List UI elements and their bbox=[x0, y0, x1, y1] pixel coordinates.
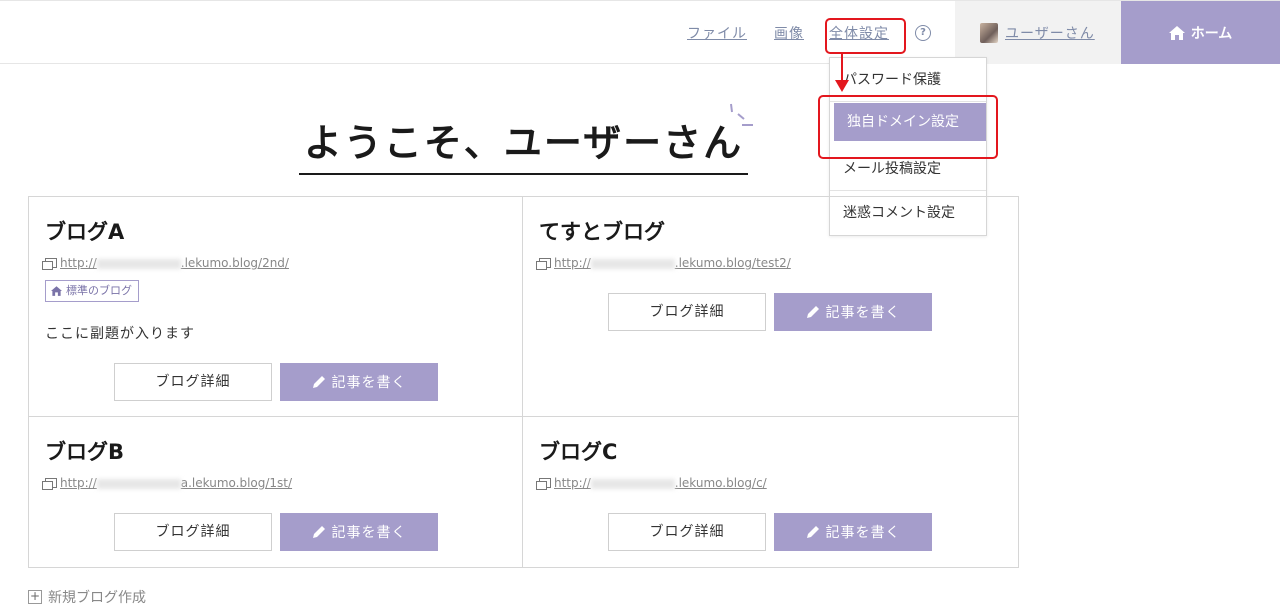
pencil-icon bbox=[806, 526, 819, 538]
blog-url-link[interactable]: http://.lekumo.blog/c/ bbox=[536, 476, 767, 490]
write-post-button[interactable]: 記事を書く bbox=[774, 293, 932, 331]
blog-title: ブログB bbox=[45, 440, 125, 464]
blog-title: てすとブログ bbox=[539, 220, 665, 244]
redacted-text bbox=[96, 478, 181, 489]
blog-card: ブログB http://a.lekumo.blog/1st/ ブログ詳細 記事を… bbox=[29, 417, 523, 567]
link-icon bbox=[42, 478, 57, 490]
annotation-arrow-head bbox=[835, 80, 849, 92]
blog-card: ブログA http://.lekumo.blog/2nd/ 標準のブログ ここに… bbox=[29, 197, 523, 417]
help-icon[interactable]: ? bbox=[915, 25, 931, 41]
menu-item-password-protection[interactable]: パスワード保護 bbox=[830, 58, 986, 102]
redacted-text bbox=[590, 478, 675, 489]
blog-title: ブログA bbox=[45, 220, 125, 244]
pencil-icon bbox=[806, 306, 819, 318]
write-post-button[interactable]: 記事を書く bbox=[774, 513, 932, 551]
blog-card: てすとブログ http://.lekumo.blog/test2/ ブログ詳細 … bbox=[523, 197, 1018, 417]
avatar bbox=[980, 23, 998, 43]
redacted-text bbox=[96, 258, 181, 269]
blog-url-link[interactable]: http://.lekumo.blog/test2/ bbox=[536, 256, 791, 270]
new-blog-label: 新規ブログ作成 bbox=[48, 590, 146, 606]
blog-title: ブログC bbox=[539, 440, 618, 464]
top-header: ファイル 画像 全体設定 ? ユーザーさん ホーム bbox=[0, 0, 1280, 64]
home-label: ホーム bbox=[1190, 25, 1233, 42]
blog-detail-button[interactable]: ブログ詳細 bbox=[608, 293, 766, 331]
default-blog-badge: 標準のブログ bbox=[45, 280, 139, 302]
write-post-button[interactable]: 記事を書く bbox=[280, 513, 438, 551]
nav-image-link[interactable]: 画像 bbox=[774, 23, 804, 43]
blog-detail-button[interactable]: ブログ詳細 bbox=[114, 513, 272, 551]
pencil-icon bbox=[312, 376, 325, 388]
menu-item-custom-domain[interactable]: 独自ドメイン設定 bbox=[834, 103, 986, 141]
menu-item-mail-posting[interactable]: メール投稿設定 bbox=[830, 147, 986, 191]
plus-icon: + bbox=[28, 589, 42, 604]
link-icon bbox=[42, 258, 57, 270]
blog-url-link[interactable]: http://.lekumo.blog/2nd/ bbox=[42, 256, 289, 270]
link-icon bbox=[536, 258, 551, 270]
new-blog-link[interactable]: + 新規ブログ作成 bbox=[28, 587, 146, 607]
blog-card: ブログC http://.lekumo.blog/c/ ブログ詳細 記事を書く bbox=[523, 417, 1018, 567]
write-post-button[interactable]: 記事を書く bbox=[280, 363, 438, 401]
nav-global-settings-link[interactable]: 全体設定 bbox=[829, 23, 889, 43]
pencil-icon bbox=[312, 526, 325, 538]
welcome-heading: ようこそ、ユーザーさん bbox=[299, 112, 748, 175]
user-name-link[interactable]: ユーザーさん bbox=[1005, 23, 1095, 43]
blog-grid: ブログA http://.lekumo.blog/2nd/ 標準のブログ ここに… bbox=[28, 196, 1019, 568]
blog-detail-button[interactable]: ブログ詳細 bbox=[608, 513, 766, 551]
blog-url-link[interactable]: http://a.lekumo.blog/1st/ bbox=[42, 476, 292, 490]
sparkle-icon bbox=[730, 103, 753, 126]
home-icon bbox=[1168, 25, 1185, 40]
home-button[interactable]: ホーム bbox=[1121, 1, 1280, 64]
home-icon bbox=[51, 286, 62, 296]
blog-subtitle: ここに副題が入ります bbox=[45, 326, 195, 342]
nav-file-link[interactable]: ファイル bbox=[687, 23, 747, 43]
redacted-text bbox=[590, 258, 675, 269]
blog-detail-button[interactable]: ブログ詳細 bbox=[114, 363, 272, 401]
link-icon bbox=[536, 478, 551, 490]
user-menu[interactable]: ユーザーさん bbox=[955, 1, 1121, 64]
